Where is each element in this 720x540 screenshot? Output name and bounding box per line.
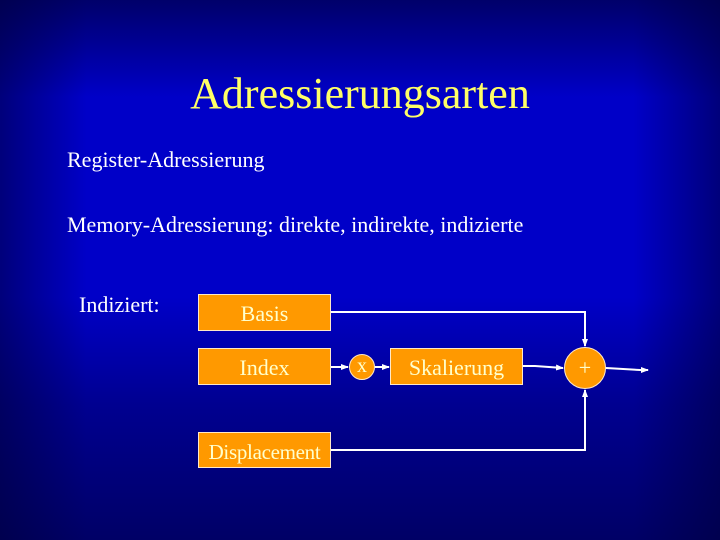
box-scaling: Skalierung <box>390 348 523 385</box>
indexed-label: Indiziert: <box>79 292 160 317</box>
bullet-memory-addressing: Memory-Adressierung: direkte, indirekte,… <box>67 212 524 237</box>
connector-scaling-to-add <box>523 364 564 371</box>
box-displacement: Displacement <box>198 432 331 468</box>
connector-basis-to-add <box>331 311 588 347</box>
add-operator: + <box>564 347 606 389</box>
slide-title: Adressierungsarten <box>190 69 530 118</box>
multiply-operator: x <box>349 354 375 380</box>
box-index: Index <box>198 348 331 385</box>
connector-displacement-to-add <box>331 389 588 451</box>
bullet-register-addressing: Register-Adressierung <box>67 147 265 172</box>
connector-add-to-output <box>605 367 649 373</box>
box-basis: Basis <box>198 294 331 331</box>
slide: Adressierungsarten Register-Adressierung… <box>0 0 720 540</box>
